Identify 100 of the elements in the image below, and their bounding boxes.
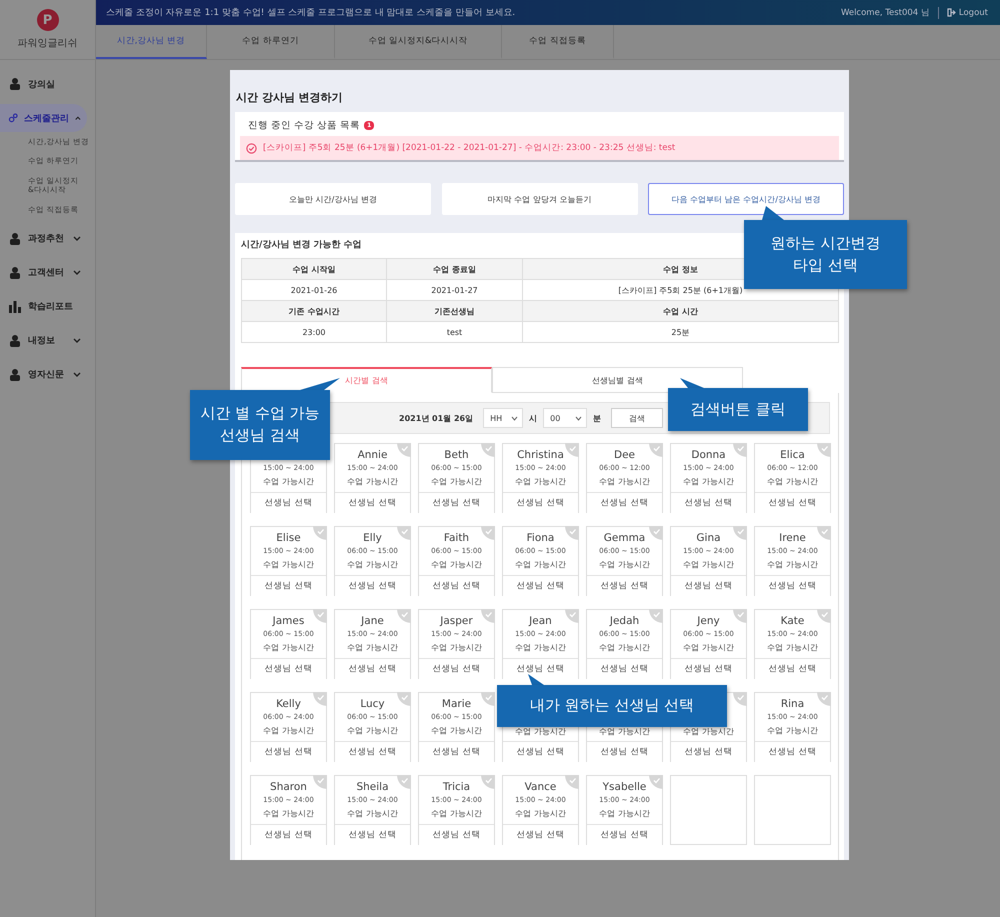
teacher-name: Christina [517, 449, 564, 462]
teacher-name: Jedah [610, 615, 640, 628]
availability-label: 수업 가능시간 [767, 725, 818, 736]
select-teacher-button[interactable]: 선생님 선택 [335, 493, 410, 513]
sidebar-item[interactable]: 과정추천 [0, 224, 87, 253]
select-teacher-button[interactable]: 선생님 선택 [419, 825, 494, 845]
table-cell: 2021-01-27 [387, 280, 523, 301]
select-teacher-button[interactable]: 선생님 선택 [503, 659, 578, 679]
select-teacher-button[interactable]: 선생님 선택 [251, 742, 326, 762]
sidebar-item[interactable]: 스케줄관리 [0, 104, 87, 132]
select-teacher-button[interactable]: 선생님 선택 [251, 825, 326, 845]
select-teacher-button[interactable]: 선생님 선택 [587, 493, 662, 513]
table-cell: 25분 [523, 322, 839, 343]
select-teacher-button[interactable]: 선생님 선택 [335, 825, 410, 845]
brand-name: 파워잉글리쉬 [18, 37, 78, 50]
availability-label: 수업 가능시간 [683, 642, 734, 653]
sidebar-item[interactable]: 고객센터 [0, 258, 87, 287]
availability-label: 수업 가능시간 [767, 642, 818, 653]
select-teacher-button[interactable]: 선생님 선택 [335, 576, 410, 596]
search-button[interactable]: 검색 [611, 408, 664, 428]
select-teacher-button[interactable]: 선생님 선택 [419, 659, 494, 679]
availability-label: 수업 가능시간 [347, 642, 398, 653]
sidebar-item[interactable]: 영자신문 [0, 360, 87, 389]
nav-tab[interactable]: 수업 직접등록 [502, 25, 614, 59]
sidebar-item[interactable]: 학습리포트 [0, 292, 87, 321]
mode-button[interactable]: 다음 수업부터 남은 수업시간/강사님 변경 [648, 183, 844, 215]
teacher-name: James [272, 615, 304, 628]
nav-tab[interactable]: 수업 하루연기 [207, 25, 335, 59]
select-teacher-button[interactable]: 선생님 선택 [755, 493, 830, 513]
teacher-name: Sharon [270, 781, 307, 794]
select-teacher-button[interactable]: 선생님 선택 [503, 576, 578, 596]
select-teacher-button[interactable]: 선생님 선택 [755, 742, 830, 762]
select-teacher-button[interactable]: 선생님 선택 [587, 825, 662, 845]
availability-label: 수업 가능시간 [683, 559, 734, 570]
availability-label: 수업 가능시간 [263, 725, 314, 736]
availability-label: 수업 가능시간 [515, 726, 566, 737]
select-teacher-button[interactable]: 선생님 선택 [671, 659, 746, 679]
availability-label: 수업 가능시간 [599, 808, 650, 819]
availability-label: 수업 가능시간 [347, 725, 398, 736]
teacher-name: Elise [276, 532, 301, 545]
select-teacher-button[interactable]: 선생님 선택 [419, 493, 494, 513]
callout: 시간 별 수업 가능 선생님 검색 [190, 390, 330, 460]
table-header-cell: 수업 종료일 [387, 259, 523, 280]
availability-label: 수업 가능시간 [431, 642, 482, 653]
minute-select[interactable]: 00 [543, 408, 588, 428]
minute-unit: 분 [593, 412, 602, 424]
availability-label: 수업 가능시간 [431, 808, 482, 819]
teacher-name: Jean [529, 615, 552, 628]
select-teacher-button[interactable]: 선생님 선택 [419, 576, 494, 596]
availability-label: 수업 가능시간 [515, 642, 566, 653]
banner-message: 스케줄 조정이 자유로운 1:1 맞춤 수업! 셀프 스케줄 프로그램으로 내 맘대로 스케줄을 만들어 보세요. [106, 7, 516, 19]
teacher-name: Vance [524, 781, 556, 794]
select-teacher-button[interactable]: 선생님 선택 [251, 576, 326, 596]
teacher-name: Tricia [442, 781, 470, 794]
select-teacher-button[interactable]: 선생님 선택 [755, 576, 830, 596]
mode-button[interactable]: 오늘만 시간/강사님 변경 [235, 183, 431, 215]
select-teacher-button[interactable]: 선생님 선택 [671, 493, 746, 513]
table-header-cell: 수업 시간 [523, 301, 839, 322]
teacher-name: Faith [444, 532, 470, 545]
availability-label: 수업 가능시간 [599, 726, 650, 737]
teacher-name: Gina [696, 532, 721, 545]
select-teacher-button[interactable]: 선생님 선택 [503, 493, 578, 513]
select-teacher-button[interactable]: 선생님 선택 [419, 742, 494, 762]
teacher-name: Elly [363, 532, 382, 545]
select-teacher-button[interactable]: 선생님 선택 [503, 742, 578, 762]
select-teacher-button[interactable]: 선생님 선택 [251, 659, 326, 679]
welcome-text: Welcome, Test004 님 [840, 6, 939, 18]
select-teacher-button[interactable]: 선생님 선택 [503, 825, 578, 845]
select-teacher-button[interactable]: 선생님 선택 [587, 659, 662, 679]
select-teacher-button[interactable]: 선생님 선택 [335, 742, 410, 762]
callout: 내가 원하는 선생님 선택 [497, 685, 727, 727]
select-teacher-button[interactable]: 선생님 선택 [587, 742, 662, 762]
teacher-name: Annie [358, 449, 388, 462]
teacher-name: Ysabelle [602, 781, 646, 794]
logout-button[interactable]: Logout [938, 8, 988, 18]
select-teacher-button[interactable]: 선생님 선택 [671, 742, 746, 762]
teacher-name: Kate [780, 615, 804, 628]
select-teacher-button[interactable]: 선생님 선택 [251, 493, 326, 513]
select-teacher-button[interactable]: 선생님 선택 [755, 659, 830, 679]
availability-label: 수업 가능시간 [515, 559, 566, 570]
product-text: [스카이프] 주5회 25분 (6+1개월) [2021-01-22 - 2021-01-27] - 수업시간: 23:00 - 23:25 선생님: test [263, 142, 676, 154]
teacher-name: Kelly [276, 698, 301, 711]
logo: P [36, 9, 58, 31]
availability-label: 수업 가능시간 [431, 725, 482, 736]
availability-label: 수업 가능시간 [515, 476, 566, 487]
select-teacher-button[interactable]: 선생님 선택 [335, 659, 410, 679]
availability-label: 수업 가능시간 [515, 808, 566, 819]
availability-label: 수업 가능시간 [263, 642, 314, 653]
teacher-name: Beth [444, 449, 469, 462]
sidebar-item[interactable]: 내정보 [0, 326, 87, 355]
select-teacher-button[interactable]: 선생님 선택 [587, 576, 662, 596]
table-cell: test [387, 322, 523, 343]
table-header-cell: 기존 수업시간 [242, 301, 387, 322]
section-title: 시간/강사님 변경 가능한 수업 [241, 239, 362, 252]
select-teacher-button[interactable]: 선생님 선택 [671, 576, 746, 596]
hour-select[interactable]: HH [483, 408, 524, 428]
sidebar-item[interactable]: 강의실 [0, 70, 87, 98]
nav-tab[interactable]: 수업 일시정지&다시시작 [335, 25, 502, 59]
teacher-name: Gemma [604, 532, 646, 545]
mode-button[interactable]: 마지막 수업 앞당겨 오늘듣기 [442, 183, 638, 215]
